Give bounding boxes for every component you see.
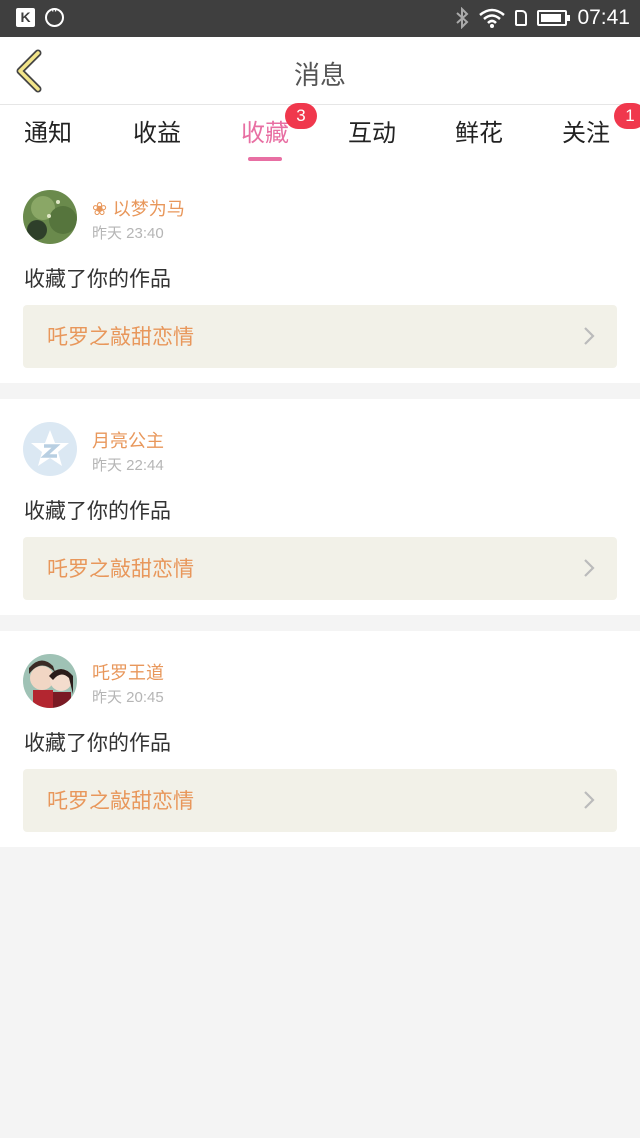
tab-badge: 3 <box>285 103 317 129</box>
work-title: 吒罗之敲甜恋情 <box>47 325 194 349</box>
message-card: ❀ 以梦为马 昨天 23:40 收藏了你的作品 吒罗之敲甜恋情 <box>0 167 640 383</box>
work-title: 吒罗之敲甜恋情 <box>47 557 194 581</box>
action-text: 收藏了你的作品 <box>24 267 171 291</box>
k-app-icon: K <box>16 8 35 27</box>
tab-label: 鲜花 <box>455 119 503 147</box>
chevron-right-icon <box>584 327 595 345</box>
tab-favorites[interactable]: 收藏 3 <box>241 103 317 161</box>
message-card: 吒罗王道 昨天 20:45 收藏了你的作品 吒罗之敲甜恋情 <box>0 631 640 847</box>
tab-label: 收藏 <box>241 119 289 147</box>
tab-badge: 1 <box>614 103 640 129</box>
tab-follows[interactable]: 关注 1 <box>562 103 640 159</box>
status-time: 07:41 <box>577 6 630 29</box>
status-left: K <box>16 4 64 27</box>
action-text: 收藏了你的作品 <box>24 499 171 523</box>
user-name[interactable]: 吒罗王道 <box>92 659 164 685</box>
user-name[interactable]: 月亮公主 <box>92 427 164 453</box>
timestamp: 昨天 20:45 <box>92 689 164 706</box>
header: 消息 <box>0 37 640 105</box>
tab-label: 互动 <box>348 119 396 147</box>
tab-earnings[interactable]: 收益 <box>133 113 181 159</box>
user-name[interactable]: ❀ 以梦为马 <box>92 195 185 221</box>
tab-bar: 通知 收益 收藏 3 互动 鲜花 关注 1 <box>0 103 640 167</box>
tab-label: 关注 <box>562 119 610 147</box>
sim-icon <box>515 10 528 26</box>
work-title: 吒罗之敲甜恋情 <box>47 789 194 813</box>
work-link[interactable]: 吒罗之敲甜恋情 <box>23 305 617 368</box>
tab-flowers[interactable]: 鲜花 <box>455 113 503 159</box>
status-right: 07:41 <box>455 6 630 30</box>
battery-icon <box>537 10 571 26</box>
work-link[interactable]: 吒罗之敲甜恋情 <box>23 769 617 832</box>
tab-label: 收益 <box>133 119 181 147</box>
chevron-right-icon <box>584 559 595 577</box>
chevron-right-icon <box>584 791 595 809</box>
page-title: 消息 <box>293 61 346 91</box>
avatar[interactable] <box>23 190 77 244</box>
tab-notifications[interactable]: 通知 <box>24 113 72 159</box>
chat-icon <box>45 4 64 27</box>
avatar[interactable] <box>23 654 77 708</box>
timestamp: 昨天 23:40 <box>92 225 164 242</box>
wifi-icon <box>479 8 506 28</box>
tab-label: 通知 <box>24 119 72 147</box>
bluetooth-icon <box>456 7 469 29</box>
work-link[interactable]: 吒罗之敲甜恋情 <box>23 537 617 600</box>
avatar[interactable] <box>23 422 77 476</box>
action-text: 收藏了你的作品 <box>24 731 171 755</box>
timestamp: 昨天 22:44 <box>92 457 164 474</box>
tab-interactions[interactable]: 互动 <box>348 113 396 159</box>
message-card: 月亮公主 昨天 22:44 收藏了你的作品 吒罗之敲甜恋情 <box>0 399 640 615</box>
status-bar: K 07:41 <box>0 0 640 37</box>
